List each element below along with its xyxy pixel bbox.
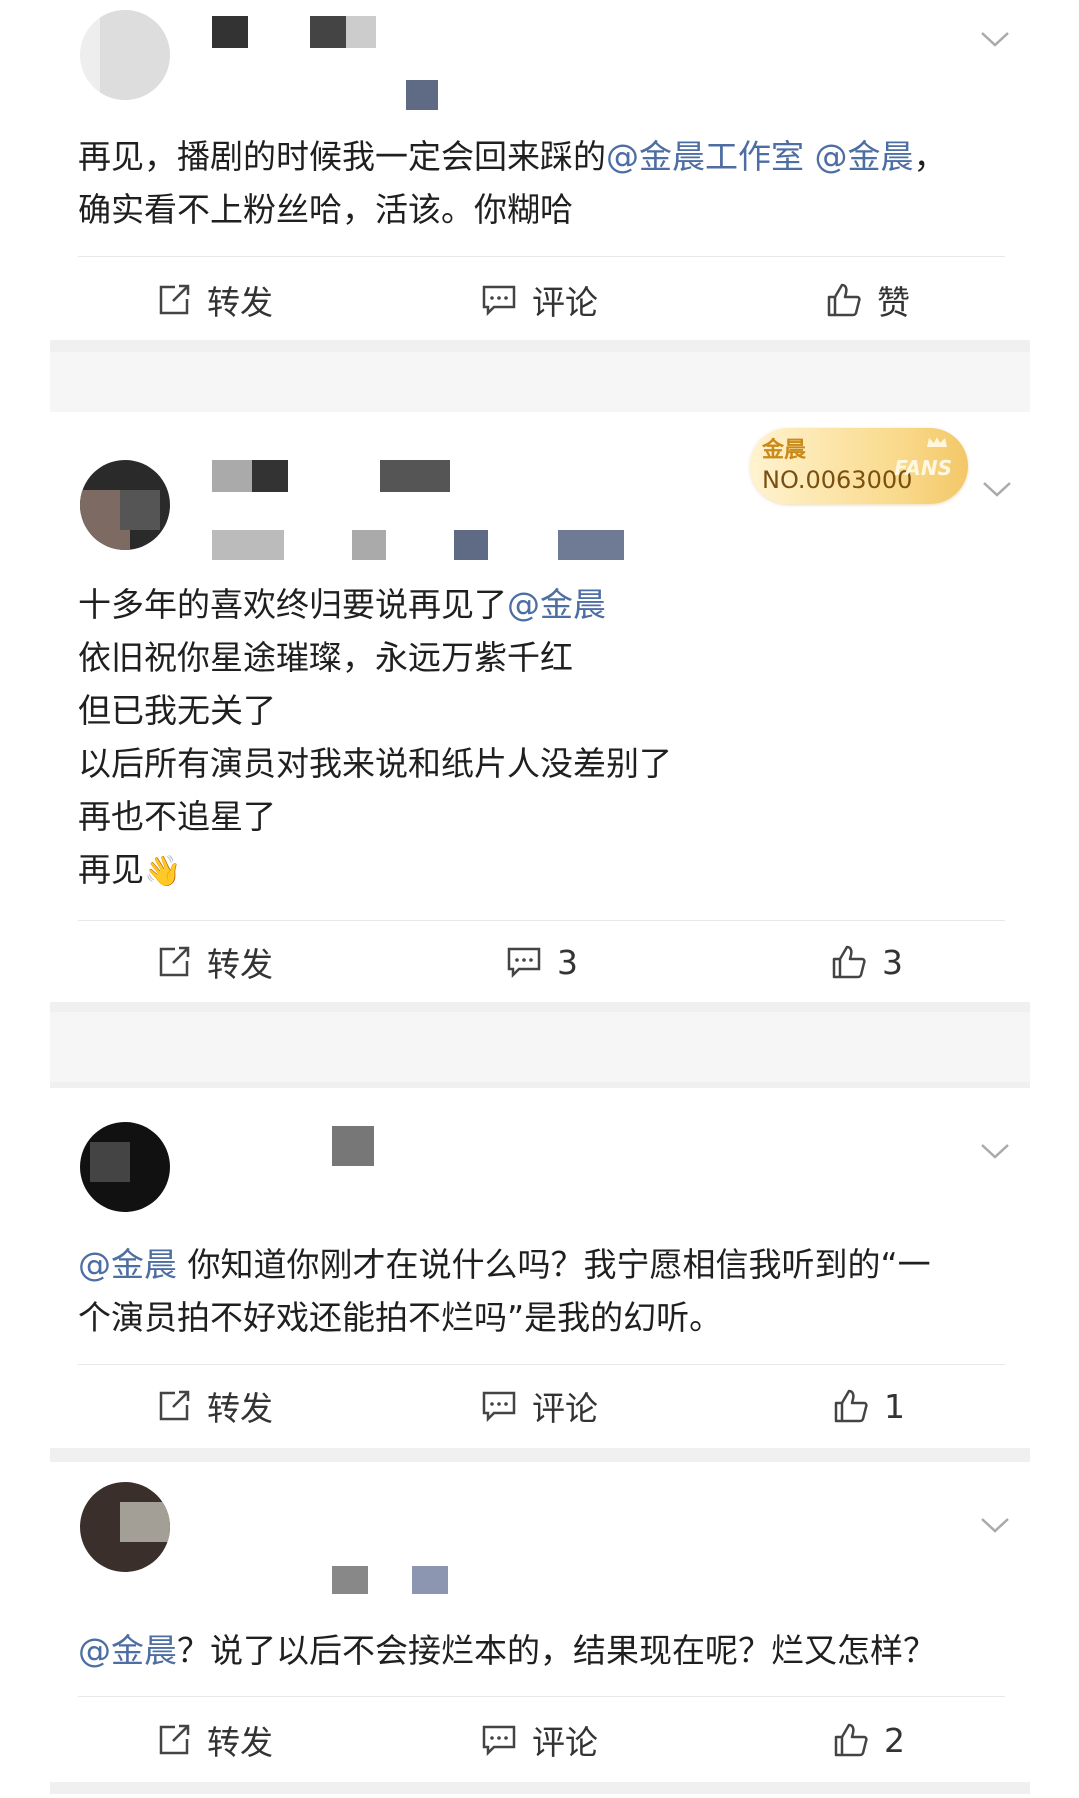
avatar[interactable] bbox=[80, 1122, 170, 1212]
divider bbox=[78, 1696, 1005, 1697]
comment-button[interactable]: 评论 bbox=[480, 1720, 598, 1762]
post-separator bbox=[50, 352, 1030, 412]
like-button[interactable]: 3 bbox=[830, 942, 903, 982]
divider bbox=[78, 920, 1005, 921]
mention-link[interactable]: @金晨 bbox=[78, 1245, 177, 1284]
divider bbox=[78, 256, 1005, 257]
mention-link[interactable]: @金晨 bbox=[78, 1631, 177, 1670]
meta-redacted bbox=[454, 530, 488, 560]
repost-button[interactable]: 转发 bbox=[155, 942, 273, 984]
comment-icon bbox=[507, 947, 541, 979]
username-redacted bbox=[380, 460, 450, 492]
text-line: 再也不追星了 bbox=[78, 797, 276, 836]
share-icon bbox=[159, 1724, 190, 1755]
badge-fans: FANS bbox=[894, 456, 952, 480]
badge-name: 金晨 bbox=[762, 438, 807, 463]
chevron-down-icon[interactable] bbox=[980, 30, 1010, 48]
text-line: 再见👋 bbox=[78, 843, 1010, 898]
chevron-down-icon[interactable] bbox=[980, 1142, 1010, 1160]
comment-button[interactable]: 3 bbox=[505, 942, 578, 982]
like-button[interactable]: 2 bbox=[832, 1720, 905, 1760]
thumb-up-icon bbox=[834, 1723, 868, 1757]
repost-button[interactable]: 转发 bbox=[155, 1386, 273, 1428]
username-redacted[interactable] bbox=[332, 1126, 374, 1166]
meta-redacted bbox=[412, 1566, 448, 1594]
username-redacted[interactable] bbox=[212, 16, 248, 48]
username-redacted bbox=[252, 460, 288, 492]
share-icon bbox=[159, 1390, 190, 1421]
post-text: @金晨？说了以后不会接烂本的，结果现在呢？烂又怎样？ bbox=[78, 1631, 936, 1670]
thumb-up-icon bbox=[834, 1389, 868, 1423]
like-button[interactable]: 赞 bbox=[825, 280, 910, 322]
comment-button[interactable]: 评论 bbox=[480, 280, 598, 322]
post-card-1: 再见，播剧的时候我一定会回来踩的@金晨工作室 @金晨， 确实看不上粉丝哈，活该。… bbox=[50, 0, 1030, 340]
mention-link[interactable]: @金晨工作室 bbox=[606, 137, 804, 176]
repost-button[interactable]: 转发 bbox=[155, 1720, 273, 1762]
text-line: 以后所有演员对我来说和纸片人没差别了 bbox=[78, 744, 672, 783]
post-text: 十多年的喜欢终归要说再见了@金晨 依旧祝你星途璀璨，永远万紫千红 但已我无关了以后所… bbox=[78, 578, 1010, 898]
wave-emoji: 👋 bbox=[144, 854, 182, 889]
badge-number: NO.0063000 bbox=[762, 466, 913, 494]
avatar[interactable] bbox=[80, 10, 170, 100]
username-redacted[interactable] bbox=[212, 460, 252, 492]
comment-icon bbox=[482, 1391, 516, 1423]
post-separator bbox=[50, 1002, 1030, 1012]
post-separator bbox=[50, 340, 1030, 352]
text-line: 依旧祝你星途璀璨，永远万紫千红 bbox=[78, 638, 573, 677]
meta-redacted bbox=[406, 80, 438, 110]
comment-icon bbox=[482, 1725, 516, 1757]
like-button[interactable]: 1 bbox=[832, 1386, 905, 1426]
text-line: 十多年的喜欢终归要说再见了@金晨 bbox=[78, 585, 606, 624]
share-icon bbox=[159, 946, 190, 977]
comment-icon bbox=[482, 285, 516, 317]
avatar[interactable] bbox=[80, 460, 170, 550]
repost-button[interactable]: 转发 bbox=[155, 280, 273, 322]
username-redacted bbox=[310, 16, 346, 48]
mention-link[interactable]: @金晨 bbox=[507, 585, 606, 624]
thumb-up-icon bbox=[827, 283, 861, 317]
post-text: @金晨 你知道你刚才在说什么吗？我宁愿相信我听到的“一 个演员拍不好戏还能拍不烂… bbox=[78, 1245, 931, 1337]
meta-redacted bbox=[212, 530, 284, 560]
chevron-down-icon[interactable] bbox=[982, 480, 1012, 498]
comment-button[interactable]: 评论 bbox=[480, 1386, 598, 1428]
post-separator bbox=[50, 1782, 1030, 1794]
fan-badge[interactable]: 金晨 NO.0063000 FANS bbox=[750, 428, 968, 504]
avatar[interactable] bbox=[80, 1482, 170, 1572]
meta-redacted bbox=[352, 530, 386, 560]
post-card-4: @金晨？说了以后不会接烂本的，结果现在呢？烂又怎样？ 转发 评论 2 bbox=[50, 1462, 1030, 1782]
mention-link[interactable]: @金晨 bbox=[815, 137, 914, 176]
meta-redacted bbox=[558, 530, 624, 560]
text-line: 但已我无关了 bbox=[78, 691, 276, 730]
divider bbox=[78, 1364, 1005, 1365]
username-redacted bbox=[346, 16, 376, 48]
thumb-up-icon bbox=[832, 945, 866, 979]
post-text: 再见，播剧的时候我一定会回来踩的@金晨工作室 @金晨， 确实看不上粉丝哈，活该。… bbox=[78, 137, 947, 229]
post-card-2: 金晨 NO.0063000 FANS 十多年的喜欢终归要说再见了@金晨 依旧祝你星… bbox=[50, 412, 1030, 1010]
chevron-down-icon[interactable] bbox=[980, 1516, 1010, 1534]
post-card-3: @金晨 你知道你刚才在说什么吗？我宁愿相信我听到的“一 个演员拍不好戏还能拍不烂… bbox=[50, 1088, 1030, 1448]
crown-icon bbox=[927, 437, 947, 447]
share-icon bbox=[159, 284, 190, 315]
meta-redacted bbox=[332, 1566, 368, 1594]
post-separator bbox=[50, 1448, 1030, 1462]
post-separator bbox=[50, 1012, 1030, 1082]
